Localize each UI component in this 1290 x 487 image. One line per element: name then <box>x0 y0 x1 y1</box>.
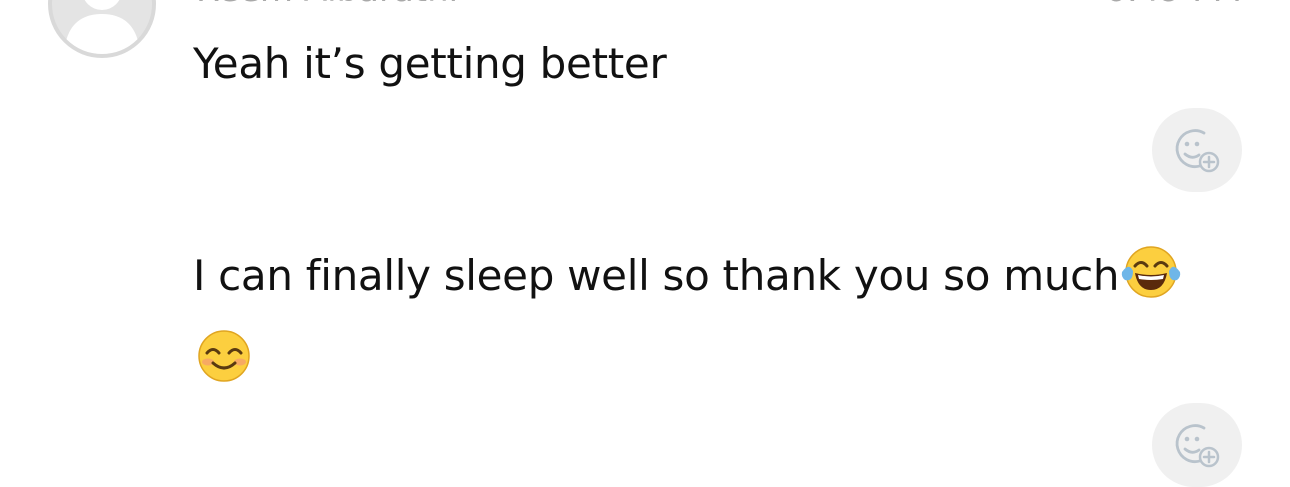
add-reaction-icon <box>1175 424 1220 468</box>
smiling-face-with-smiling-eyes-icon <box>195 329 253 387</box>
face-with-tears-of-joy-icon <box>1121 244 1181 315</box>
sender-avatar[interactable] <box>48 0 156 58</box>
message-text-content: I can finally sleep well so thank you so… <box>193 251 1120 300</box>
message-text: Yeah it’s getting better <box>193 39 667 88</box>
message-text-2: I can finally sleep well so thank you so… <box>193 244 1181 315</box>
message-timestamp: 6:49 PM <box>1105 0 1242 10</box>
add-reaction-icon <box>1175 129 1220 173</box>
add-reaction-button[interactable] <box>1152 108 1242 192</box>
sender-name: Reem Albarathi <box>196 0 458 10</box>
default-person-avatar-icon <box>64 0 140 54</box>
add-reaction-button-2[interactable] <box>1152 403 1242 487</box>
